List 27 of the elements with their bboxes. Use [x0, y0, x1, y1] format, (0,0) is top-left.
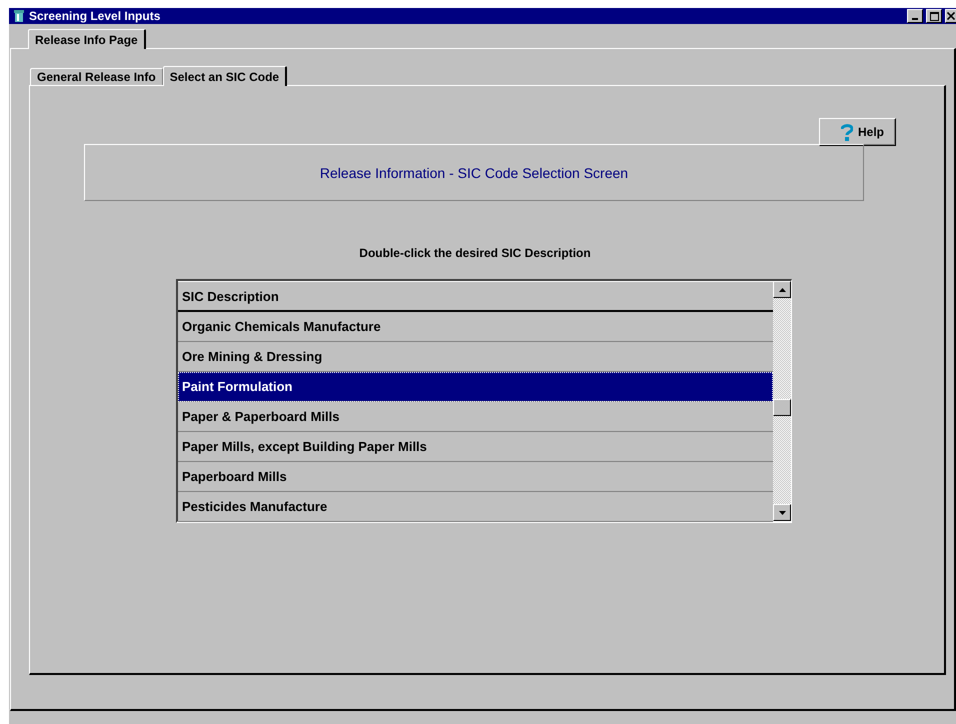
list-row[interactable]: Paper & Paperboard Mills	[178, 402, 773, 432]
maximize-button[interactable]	[926, 9, 942, 23]
close-button[interactable]	[945, 9, 956, 23]
instruction-text: Double-click the desired SIC Description	[359, 246, 591, 260]
list-row[interactable]: Paint Formulation	[178, 372, 773, 402]
column-header: SIC Description	[178, 281, 773, 312]
up-arrow-icon	[778, 288, 786, 292]
scroll-down-button[interactable]	[773, 504, 791, 521]
maximize-icon	[930, 12, 938, 20]
minimize-button[interactable]	[907, 9, 923, 23]
down-arrow-icon	[778, 510, 786, 514]
list-row[interactable]: Paperboard Mills	[178, 462, 773, 492]
window-title: Screening Level Inputs	[29, 9, 160, 23]
close-icon	[947, 12, 955, 20]
tab[interactable]: Release Info Page	[28, 29, 146, 49]
app-icon	[12, 9, 26, 23]
minimize-icon	[912, 18, 918, 20]
scroll-up-button[interactable]	[773, 281, 791, 298]
help-button[interactable]: Help	[819, 118, 896, 146]
list-row[interactable]: Paper Mills, except Building Paper Mills	[178, 432, 773, 462]
tab[interactable]: Select an SIC Code	[162, 66, 288, 86]
screen-heading: Release Information - SIC Code Selection Screen	[84, 144, 864, 201]
help-icon	[840, 124, 853, 140]
list-row[interactable]: Organic Chemicals Manufacture	[178, 312, 773, 342]
list-row[interactable]: Pesticides Manufacture	[178, 492, 773, 522]
tab[interactable]: General Release Info	[30, 68, 163, 85]
scrollbar-thumb[interactable]	[773, 399, 791, 416]
